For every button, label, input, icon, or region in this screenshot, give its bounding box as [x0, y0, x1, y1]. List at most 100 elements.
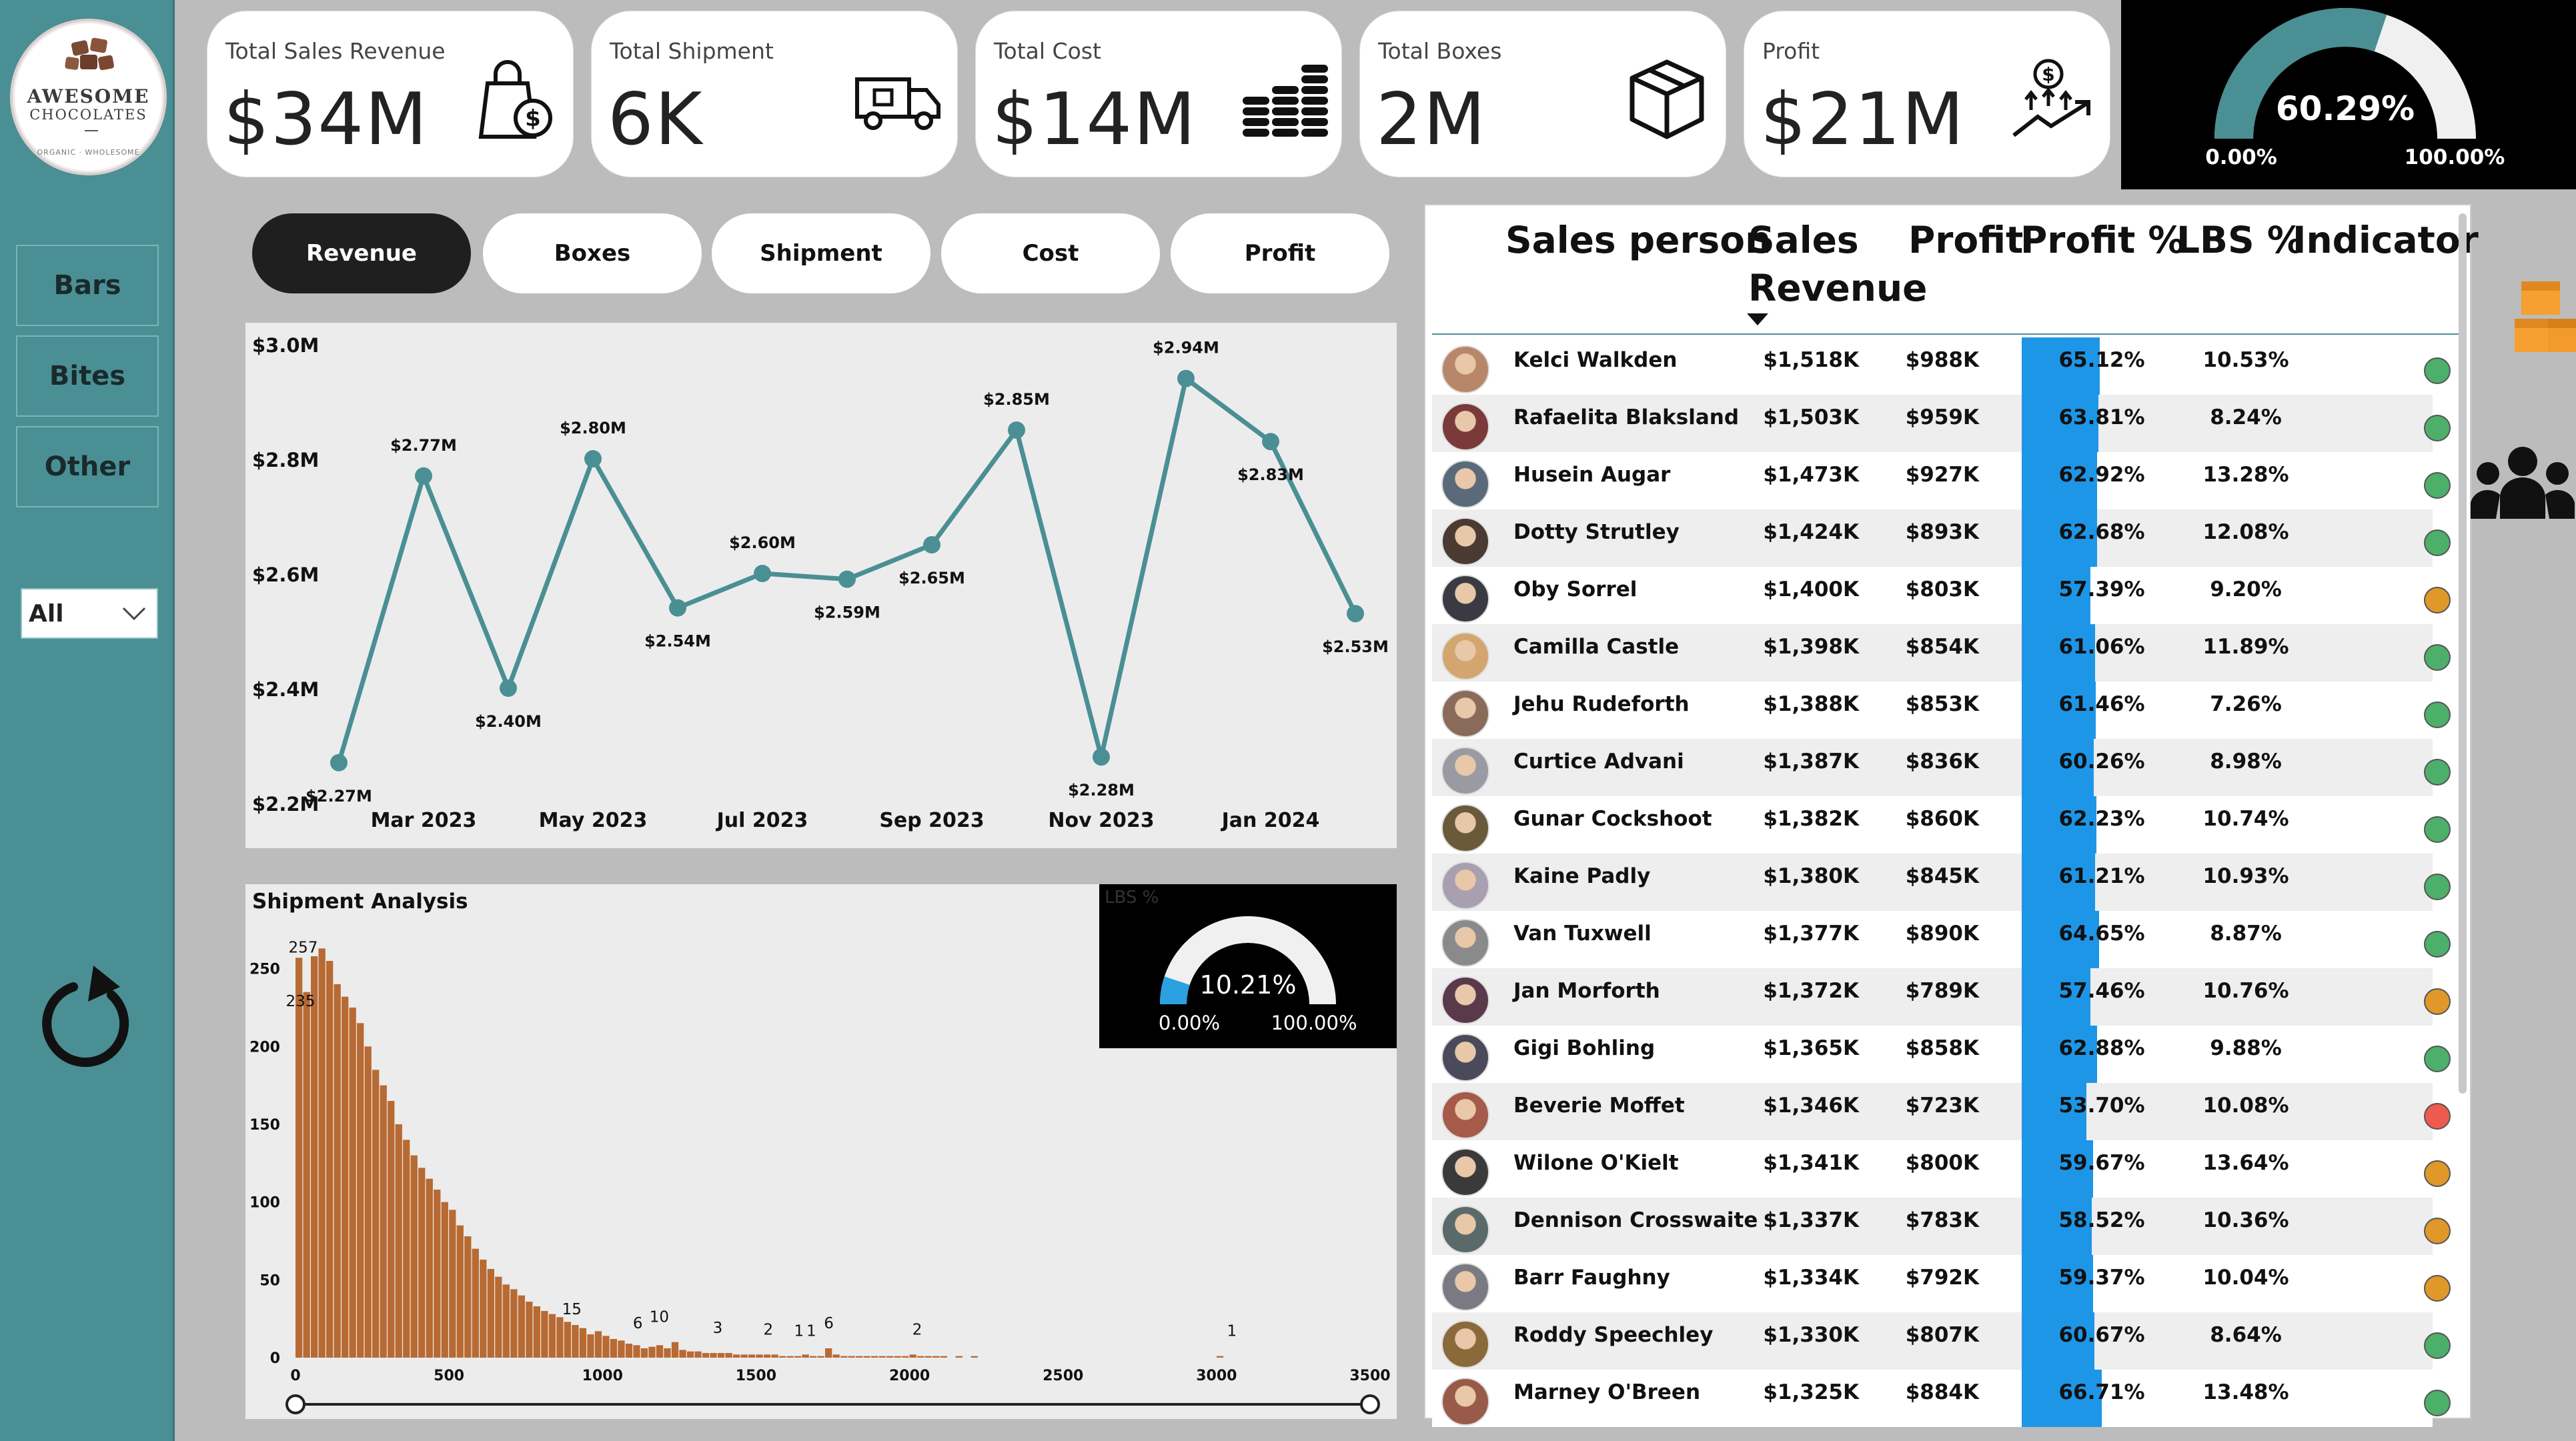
data-point[interactable] — [669, 599, 686, 617]
tab-shipment[interactable]: Shipment — [712, 213, 930, 293]
histogram-bar[interactable] — [548, 1314, 556, 1358]
data-point[interactable] — [330, 754, 348, 772]
data-point[interactable] — [1177, 369, 1195, 387]
histogram-bar[interactable] — [318, 948, 326, 1358]
histogram-bar[interactable] — [763, 1354, 771, 1358]
column-header-indicator[interactable]: Indicator — [2293, 219, 2479, 261]
histogram-bar[interactable] — [856, 1356, 863, 1358]
histogram-bar[interactable] — [480, 1260, 487, 1358]
histogram-bar[interactable] — [618, 1340, 625, 1358]
histogram-bar[interactable] — [388, 1101, 395, 1358]
histogram-bar[interactable] — [955, 1356, 962, 1358]
data-point[interactable] — [1093, 748, 1110, 766]
histogram-bar[interactable] — [487, 1269, 494, 1358]
table-row[interactable]: Wilone O'Kielt $1,341K $800K 59.67% 13.64% — [1432, 1140, 2451, 1198]
histogram-bar[interactable] — [602, 1336, 610, 1358]
column-header-profit[interactable]: Profit — [1908, 219, 2023, 261]
histogram-bar[interactable] — [786, 1356, 794, 1358]
histogram-bar[interactable] — [840, 1356, 848, 1358]
table-row[interactable]: Kaine Padly $1,380K $845K 61.21% 10.93% — [1432, 854, 2451, 911]
sidebar-item-bites[interactable]: Bites — [16, 335, 159, 417]
histogram-bar[interactable] — [809, 1356, 817, 1358]
histogram-bar[interactable] — [533, 1306, 541, 1358]
column-header-sales-revenue[interactable]: Sales — [1748, 219, 1859, 261]
histogram-bar[interactable] — [648, 1346, 656, 1358]
histogram-bar[interactable] — [802, 1354, 809, 1358]
table-scrollbar[interactable] — [2459, 213, 2467, 1094]
histogram-bar[interactable] — [756, 1354, 763, 1358]
table-row[interactable]: Oby Sorrel $1,400K $803K 57.39% 9.20% — [1432, 567, 2451, 624]
histogram-bar[interactable] — [1216, 1356, 1224, 1358]
histogram-bar[interactable] — [418, 1168, 426, 1358]
range-slider-min-handle[interactable] — [285, 1394, 305, 1414]
table-row[interactable]: Gigi Bohling $1,365K $858K 62.88% 9.88% — [1432, 1026, 2451, 1083]
histogram-bar[interactable] — [817, 1356, 824, 1358]
histogram-bar[interactable] — [526, 1302, 533, 1358]
histogram-bar[interactable] — [472, 1248, 479, 1358]
table-row[interactable]: Camilla Castle $1,398K $854K 61.06% 11.89% — [1432, 624, 2451, 681]
data-point[interactable] — [500, 679, 517, 697]
histogram-bar[interactable] — [932, 1356, 940, 1358]
histogram-bar[interactable] — [410, 1155, 418, 1358]
table-row[interactable]: Dennison Crosswaite $1,337K $783K 58.52% 10.… — [1432, 1198, 2451, 1255]
table-row[interactable]: Roddy Speechley $1,330K $807K 60.67% 8.64% — [1432, 1312, 2451, 1370]
histogram-bar[interactable] — [357, 1023, 364, 1358]
range-slider-max-handle[interactable] — [1360, 1394, 1380, 1414]
histogram-bar[interactable] — [403, 1140, 410, 1358]
histogram-bar[interactable] — [886, 1356, 894, 1358]
histogram-bar[interactable] — [364, 1046, 372, 1358]
histogram-bar[interactable] — [449, 1210, 456, 1358]
histogram-bar[interactable] — [771, 1354, 778, 1358]
table-row[interactable]: Van Tuxwell $1,377K $890K 64.65% 8.87% — [1432, 911, 2451, 968]
histogram-bar[interactable] — [917, 1356, 924, 1358]
sort-descending-icon[interactable] — [1744, 312, 1771, 327]
histogram-bar[interactable] — [702, 1353, 710, 1358]
histogram-bar[interactable] — [940, 1356, 947, 1358]
histogram-bar[interactable] — [564, 1322, 572, 1358]
histogram-bar[interactable] — [878, 1356, 886, 1358]
table-row[interactable]: Husein Augar $1,473K $927K 62.92% 13.28% — [1432, 452, 2451, 509]
data-point[interactable] — [584, 450, 602, 467]
histogram-bar[interactable] — [732, 1354, 740, 1358]
histogram-bar[interactable] — [610, 1339, 618, 1358]
histogram-bar[interactable] — [380, 1085, 387, 1358]
histogram-bar[interactable] — [863, 1356, 870, 1358]
histogram-bar[interactable] — [579, 1328, 587, 1358]
histogram-bar[interactable] — [748, 1354, 756, 1358]
column-header-profit-percent[interactable]: Profit % — [2020, 219, 2185, 261]
histogram-bar[interactable] — [664, 1348, 671, 1358]
tab-profit[interactable]: Profit — [1171, 213, 1389, 293]
histogram-bar[interactable] — [372, 1070, 380, 1358]
data-point[interactable] — [838, 570, 856, 588]
tab-revenue[interactable]: Revenue — [252, 213, 471, 293]
table-row[interactable]: Dotty Strutley $1,424K $893K 62.68% 12.08% — [1432, 509, 2451, 567]
histogram-bar[interactable] — [510, 1289, 518, 1358]
histogram-bar[interactable] — [464, 1236, 472, 1358]
histogram-bar[interactable] — [349, 1008, 356, 1358]
histogram-bar[interactable] — [924, 1356, 932, 1358]
histogram-bar[interactable] — [778, 1356, 786, 1358]
histogram-bar[interactable] — [894, 1356, 901, 1358]
data-point[interactable] — [1262, 433, 1279, 451]
data-point[interactable] — [754, 565, 771, 582]
table-row[interactable]: Jehu Rudeforth $1,388K $853K 61.46% 7.26% — [1432, 681, 2451, 739]
column-header-sales-person[interactable]: Sales person — [1505, 219, 1771, 261]
category-dropdown[interactable]: All — [21, 588, 158, 639]
histogram-bar[interactable] — [725, 1353, 732, 1358]
histogram-bar[interactable] — [679, 1350, 686, 1358]
histogram-bar[interactable] — [909, 1354, 916, 1358]
histogram-bar[interactable] — [303, 992, 310, 1358]
histogram-bar[interactable] — [694, 1351, 702, 1358]
histogram-bar[interactable] — [640, 1348, 648, 1358]
data-point[interactable] — [923, 536, 940, 553]
data-point[interactable] — [1347, 605, 1364, 623]
histogram-bar[interactable] — [848, 1356, 855, 1358]
histogram-bar[interactable] — [334, 984, 341, 1358]
sidebar-item-other[interactable]: Other — [16, 426, 159, 507]
histogram-bar[interactable] — [902, 1356, 909, 1358]
histogram-bar[interactable] — [671, 1342, 679, 1358]
histogram-bar[interactable] — [456, 1225, 464, 1358]
histogram-bar[interactable] — [495, 1276, 502, 1358]
histogram-bar[interactable] — [342, 996, 349, 1358]
histogram-bar[interactable] — [572, 1325, 579, 1358]
